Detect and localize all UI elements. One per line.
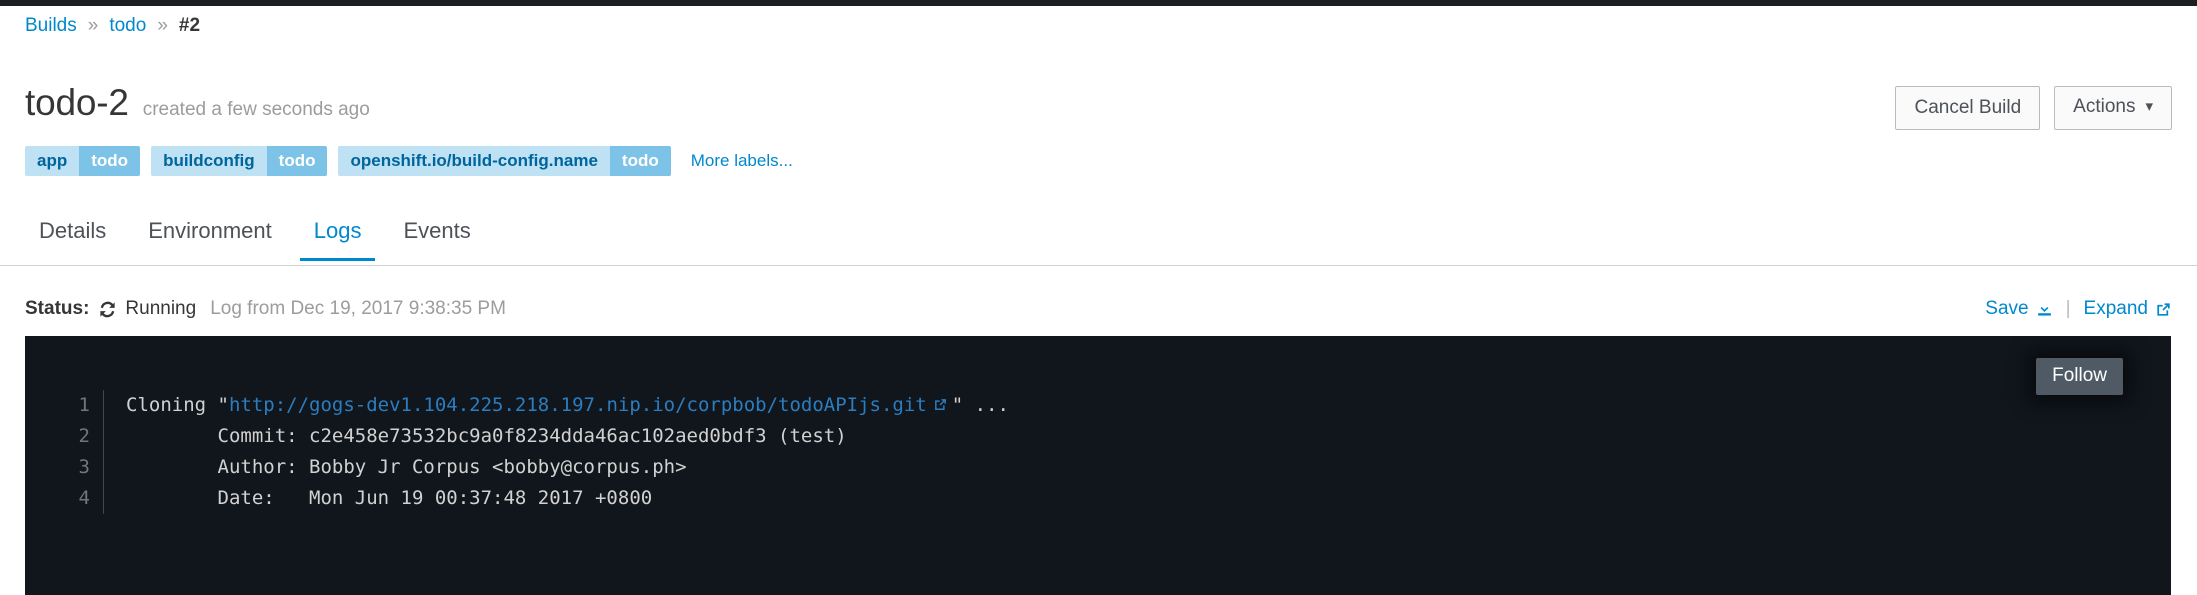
save-log-label: Save	[1985, 298, 2029, 319]
top-window-strip	[0, 0, 2197, 6]
external-link-icon	[933, 397, 948, 412]
log-line: 3 Author: Bobby Jr Corpus <bobby@corpus.…	[25, 452, 2171, 483]
breadcrumb: Builds » todo » #2	[25, 14, 200, 38]
tab-details[interactable]: Details	[25, 218, 120, 261]
chevron-down-icon: ▾	[2145, 98, 2153, 115]
log-text-post: " ...	[951, 394, 1009, 416]
build-log-console[interactable]: Follow 1 Cloning "http://gogs-dev1.104.2…	[25, 336, 2171, 595]
status-value: Running	[125, 298, 197, 319]
line-number: 3	[78, 456, 90, 478]
label-key: openshift.io/build-config.name	[338, 146, 610, 176]
breadcrumb-item-current: #2	[178, 15, 201, 36]
log-lines: 1 Cloning "http://gogs-dev1.104.225.218.…	[25, 390, 2171, 514]
breadcrumb-item-builds[interactable]: Builds	[25, 14, 77, 38]
label-key: buildconfig	[151, 146, 267, 176]
expand-log-link[interactable]: Expand	[2084, 297, 2172, 321]
page-header: todo-2 created a few seconds ago	[25, 82, 2172, 124]
header-actions: Cancel Build Actions ▾	[1895, 86, 2172, 130]
label-value: todo	[609, 146, 671, 176]
tab-bar: Details Environment Logs Events	[0, 218, 2197, 266]
breadcrumb-item-todo[interactable]: todo	[109, 14, 146, 38]
label-value: todo	[266, 146, 328, 176]
actions-dropdown-label: Actions	[2073, 96, 2136, 117]
repo-url-link[interactable]: http://gogs-dev1.104.225.218.197.nip.io/…	[229, 394, 927, 416]
breadcrumb-separator: »	[157, 15, 168, 36]
expand-log-label: Expand	[2083, 298, 2148, 319]
page-title: todo-2	[25, 82, 129, 123]
tab-events[interactable]: Events	[389, 218, 484, 261]
page-subtitle: created a few seconds ago	[142, 99, 370, 120]
external-link-icon	[2155, 301, 2172, 318]
tab-environment[interactable]: Environment	[134, 218, 286, 261]
log-line: 1 Cloning "http://gogs-dev1.104.225.218.…	[25, 390, 2171, 421]
download-icon	[2036, 301, 2053, 318]
log-line-text: Author: Bobby Jr Corpus <bobby@corpus.ph…	[126, 456, 687, 478]
spinner-icon	[98, 300, 117, 319]
tab-logs[interactable]: Logs	[299, 218, 376, 261]
log-line-text: Commit: c2e458e73532bc9a0f8234dda46ac102…	[126, 425, 847, 447]
actions-dropdown-button[interactable]: Actions ▾	[2054, 86, 2172, 130]
save-log-link[interactable]: Save	[1985, 297, 2052, 321]
line-number: 4	[78, 487, 90, 509]
status-label: Status:	[25, 298, 90, 319]
log-line-text: Date: Mon Jun 19 00:37:48 2017 +0800	[126, 487, 653, 509]
label-app[interactable]: app todo	[25, 146, 141, 176]
label-buildconfig[interactable]: buildconfig todo	[151, 146, 328, 176]
log-timestamp: Log from Dec 19, 2017 9:38:35 PM	[210, 298, 506, 319]
log-line: 4 Date: Mon Jun 19 00:37:48 2017 +0800	[25, 483, 2171, 514]
cancel-build-button[interactable]: Cancel Build	[1895, 86, 2041, 130]
more-labels-link[interactable]: More labels...	[691, 151, 793, 171]
labels-list: app todo buildconfig todo openshift.io/b…	[25, 146, 793, 176]
log-tools: Save | Expand	[1985, 297, 2172, 321]
label-value: todo	[79, 146, 141, 176]
label-build-config-name[interactable]: openshift.io/build-config.name todo	[338, 146, 671, 176]
breadcrumb-separator: »	[87, 15, 99, 36]
label-key: app	[25, 146, 80, 176]
log-text-pre: Cloning "	[126, 394, 229, 416]
build-status: Status: Running Log from Dec 19, 2017 9:…	[25, 297, 506, 321]
line-number: 2	[78, 425, 90, 447]
log-line: 2 Commit: c2e458e73532bc9a0f8234dda46ac1…	[25, 421, 2171, 452]
line-number: 1	[78, 394, 90, 416]
log-line-text: Cloning "http://gogs-dev1.104.225.218.19…	[104, 390, 1009, 421]
tools-separator: |	[2065, 298, 2071, 319]
